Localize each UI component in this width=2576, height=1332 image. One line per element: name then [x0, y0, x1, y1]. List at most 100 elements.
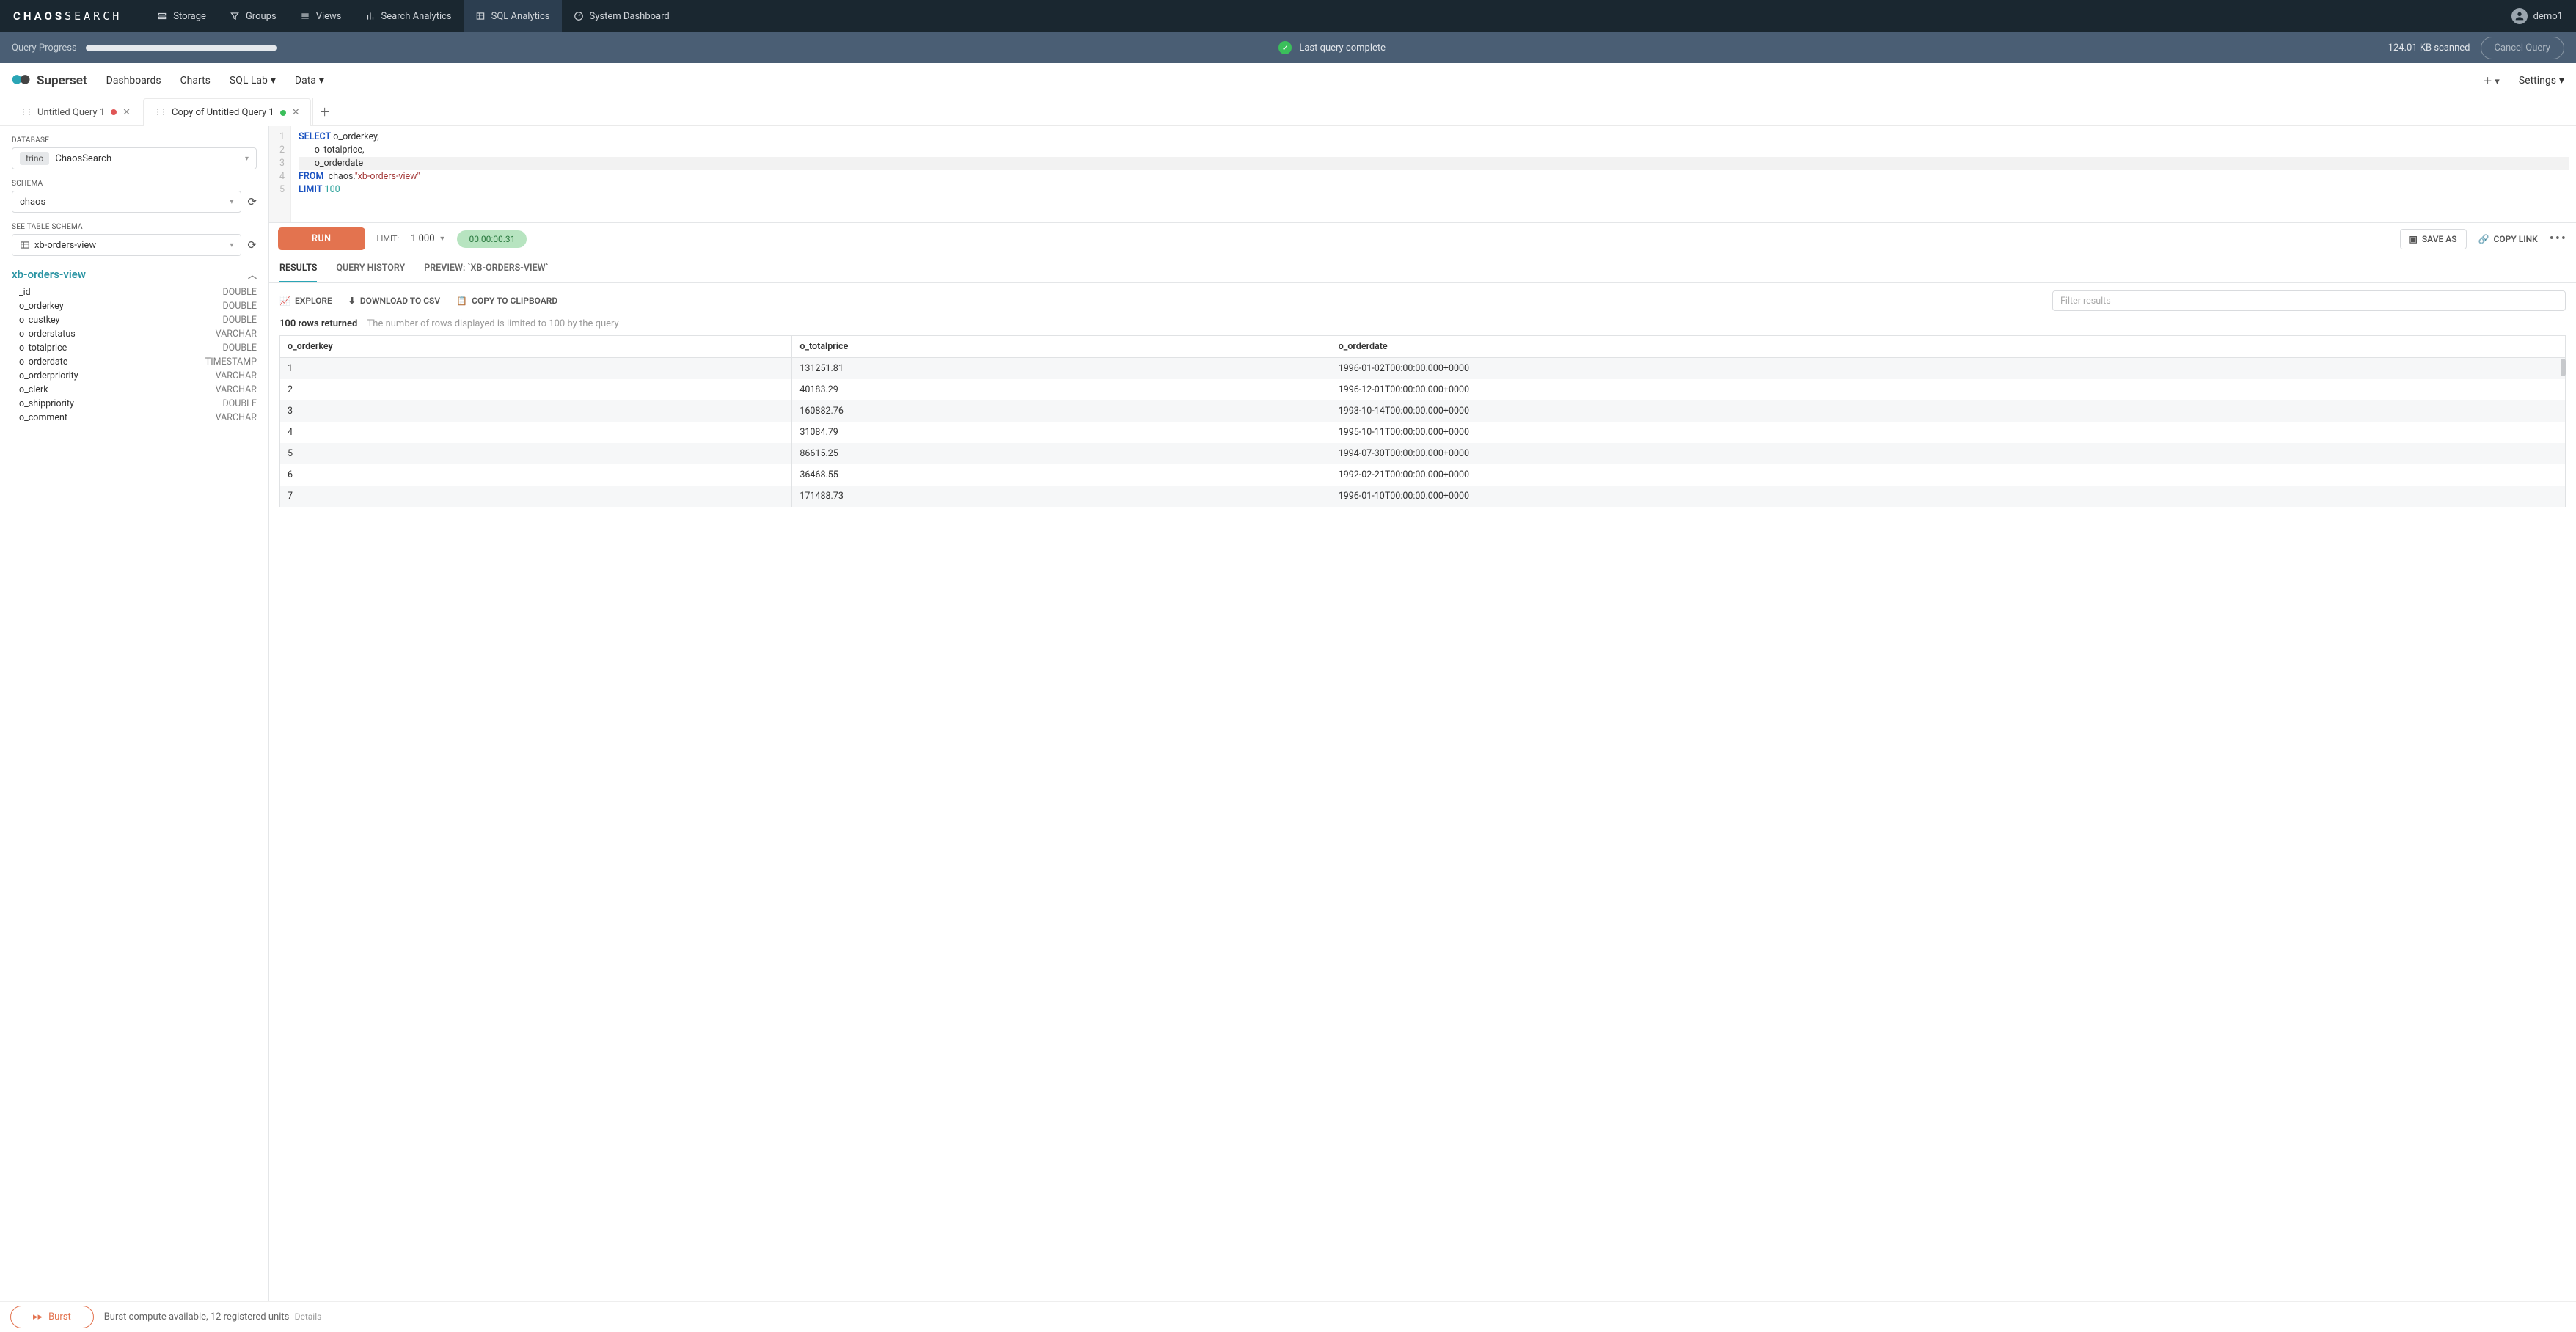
burst-details-link[interactable]: Details	[295, 1311, 322, 1322]
add-tab-button[interactable]: ＋	[312, 98, 337, 125]
table-row[interactable]: 240183.291996-12-01T00:00:00.000+0000	[280, 379, 2566, 400]
table-cell: 4	[280, 422, 792, 443]
tab-results[interactable]: RESULTS	[279, 255, 317, 282]
table-row[interactable]: 7171488.731996-01-10T00:00:00.000+0000	[280, 486, 2566, 507]
table-row[interactable]: 586615.251994-07-30T00:00:00.000+0000	[280, 443, 2566, 464]
download-icon: ⬇	[348, 296, 356, 306]
burst-text: Burst compute available, 12 registered u…	[104, 1311, 290, 1322]
chaossearch-nav: CHAOSSEARCH Storage Groups Views Search …	[0, 0, 2576, 32]
storage-icon	[157, 11, 167, 21]
schema-column-row[interactable]: o_orderstatusVARCHAR	[12, 327, 257, 341]
nav-sql-analytics[interactable]: SQL Analytics	[464, 0, 562, 32]
nav-sql-lab[interactable]: SQL Lab ▾	[230, 75, 276, 87]
column-name: o_totalprice	[19, 343, 67, 354]
table-cell: 1	[280, 358, 792, 380]
copy-link-button[interactable]: 🔗 COPY LINK	[2478, 234, 2538, 244]
schema-select[interactable]: chaos ▾	[12, 191, 241, 213]
tab-label: Untitled Query 1	[37, 107, 105, 118]
editor-code[interactable]: SELECT o_orderkey, o_totalprice, o_order…	[291, 126, 2576, 222]
explore-button[interactable]: 📈 EXPLORE	[279, 296, 332, 306]
column-type: VARCHAR	[216, 412, 257, 423]
table-header[interactable]: o_orderdate	[1331, 336, 2565, 358]
database-label: DATABASE	[12, 136, 257, 144]
burst-button[interactable]: ▸▸ Burst	[10, 1306, 94, 1328]
schema-column-row[interactable]: o_orderpriorityVARCHAR	[12, 369, 257, 383]
schema-column-row[interactable]: o_shippriorityDOUBLE	[12, 397, 257, 411]
table-cell: 5	[280, 443, 792, 464]
table-header[interactable]: o_orderkey	[280, 336, 792, 358]
gauge-icon	[574, 11, 584, 21]
table-row[interactable]: 1131251.811996-01-02T00:00:00.000+0000	[280, 358, 2566, 380]
refresh-table-icon[interactable]: ⟳	[247, 238, 257, 252]
schema-column-row[interactable]: _idDOUBLE	[12, 285, 257, 299]
burst-label: Burst	[48, 1311, 71, 1322]
limit-select[interactable]: 1 000 ▼	[411, 233, 445, 244]
cancel-query-button[interactable]: Cancel Query	[2481, 37, 2564, 59]
table-header[interactable]: o_totalprice	[792, 336, 1331, 358]
superset-logo[interactable]: Superset	[12, 73, 87, 88]
table-row[interactable]: 431084.791995-10-11T00:00:00.000+0000	[280, 422, 2566, 443]
nav-system-dashboard[interactable]: System Dashboard	[562, 0, 681, 32]
add-menu[interactable]: ＋ ▾	[2483, 73, 2500, 87]
table-cell: 1996-01-10T00:00:00.000+0000	[1331, 486, 2565, 507]
run-button[interactable]: RUN	[278, 227, 365, 250]
nav-views[interactable]: Views	[288, 0, 354, 32]
table-cell: 40183.29	[792, 379, 1331, 400]
results-table-wrap[interactable]: o_orderkeyo_totalpriceo_orderdate 113125…	[269, 335, 2576, 1301]
table-select[interactable]: xb-orders-view ▾	[12, 234, 241, 256]
settings-menu[interactable]: Settings ▾	[2519, 75, 2564, 87]
bar-chart-icon	[365, 11, 376, 21]
download-csv-button[interactable]: ⬇ DOWNLOAD TO CSV	[348, 296, 440, 306]
column-type: DOUBLE	[222, 287, 257, 298]
drag-handle-icon[interactable]: ⋮⋮	[154, 109, 166, 117]
scrollbar-thumb[interactable]	[2561, 359, 2566, 376]
save-as-button[interactable]: ▣ SAVE AS	[2400, 229, 2467, 249]
refresh-schema-icon[interactable]: ⟳	[247, 195, 257, 208]
filter-results-input[interactable]: Filter results	[2052, 290, 2566, 311]
nav-charts[interactable]: Charts	[180, 75, 211, 87]
run-toolbar: RUN LIMIT: 1 000 ▼ 00:00:00.31 ▣ SAVE AS…	[269, 223, 2576, 255]
column-name: o_comment	[19, 412, 67, 423]
sql-editor[interactable]: 12345 SELECT o_orderkey, o_totalprice, o…	[269, 126, 2576, 223]
table-row[interactable]: 3160882.761993-10-14T00:00:00.000+0000	[280, 400, 2566, 422]
query-status-text: Last query complete	[1299, 43, 1386, 54]
tab-preview[interactable]: PREVIEW: `XB-ORDERS-VIEW`	[424, 255, 548, 282]
user-menu[interactable]: demo1	[2511, 8, 2563, 24]
nav-search-analytics[interactable]: Search Analytics	[354, 0, 464, 32]
schema-column-row[interactable]: o_totalpriceDOUBLE	[12, 341, 257, 355]
tab-label: Copy of Untitled Query 1	[172, 107, 274, 118]
limit-value: 1 000	[411, 233, 434, 244]
column-type: DOUBLE	[222, 301, 257, 312]
column-name: o_orderkey	[19, 301, 64, 312]
close-icon[interactable]: ✕	[292, 107, 300, 118]
tab-untitled-query-1[interactable]: ⋮⋮ Untitled Query 1 ✕	[9, 98, 142, 125]
nav-groups[interactable]: Groups	[218, 0, 288, 32]
schema-sidebar: DATABASE trinoChaosSearch ▾ SCHEMA chaos…	[0, 126, 269, 1301]
database-value: ChaosSearch	[55, 153, 111, 164]
table-tree-header[interactable]: xb-orders-view ︿	[12, 268, 257, 281]
fast-forward-icon: ▸▸	[33, 1311, 43, 1322]
schema-column-row[interactable]: o_clerkVARCHAR	[12, 383, 257, 397]
table-row[interactable]: 636468.551992-02-21T00:00:00.000+0000	[280, 464, 2566, 486]
table-cell: 1996-01-02T00:00:00.000+0000	[1331, 358, 2565, 380]
query-progress-track	[86, 45, 277, 51]
table-cell: 86615.25	[792, 443, 1331, 464]
nav-dashboards[interactable]: Dashboards	[106, 75, 161, 87]
tab-query-history[interactable]: QUERY HISTORY	[336, 255, 405, 282]
nav-storage[interactable]: Storage	[145, 0, 218, 32]
schema-column-row[interactable]: o_custkeyDOUBLE	[12, 313, 257, 327]
copy-clipboard-button[interactable]: 📋 COPY TO CLIPBOARD	[456, 296, 557, 306]
schema-column-row[interactable]: o_orderdateTIMESTAMP	[12, 355, 257, 369]
close-icon[interactable]: ✕	[122, 107, 131, 118]
nav-data[interactable]: Data ▾	[295, 75, 324, 87]
drag-handle-icon[interactable]: ⋮⋮	[20, 109, 32, 117]
database-select[interactable]: trinoChaosSearch ▾	[12, 147, 257, 169]
more-menu-icon[interactable]: •••	[2550, 231, 2567, 246]
table-cell: 131251.81	[792, 358, 1331, 380]
chevron-down-icon: ▾	[245, 155, 249, 163]
column-type: VARCHAR	[216, 384, 257, 395]
column-type: DOUBLE	[222, 315, 257, 326]
schema-column-row[interactable]: o_orderkey DOUBLE	[12, 299, 257, 313]
schema-column-row[interactable]: o_comment VARCHAR	[12, 411, 257, 425]
tab-copy-untitled-query-1[interactable]: ⋮⋮ Copy of Untitled Query 1 ✕	[143, 98, 311, 126]
